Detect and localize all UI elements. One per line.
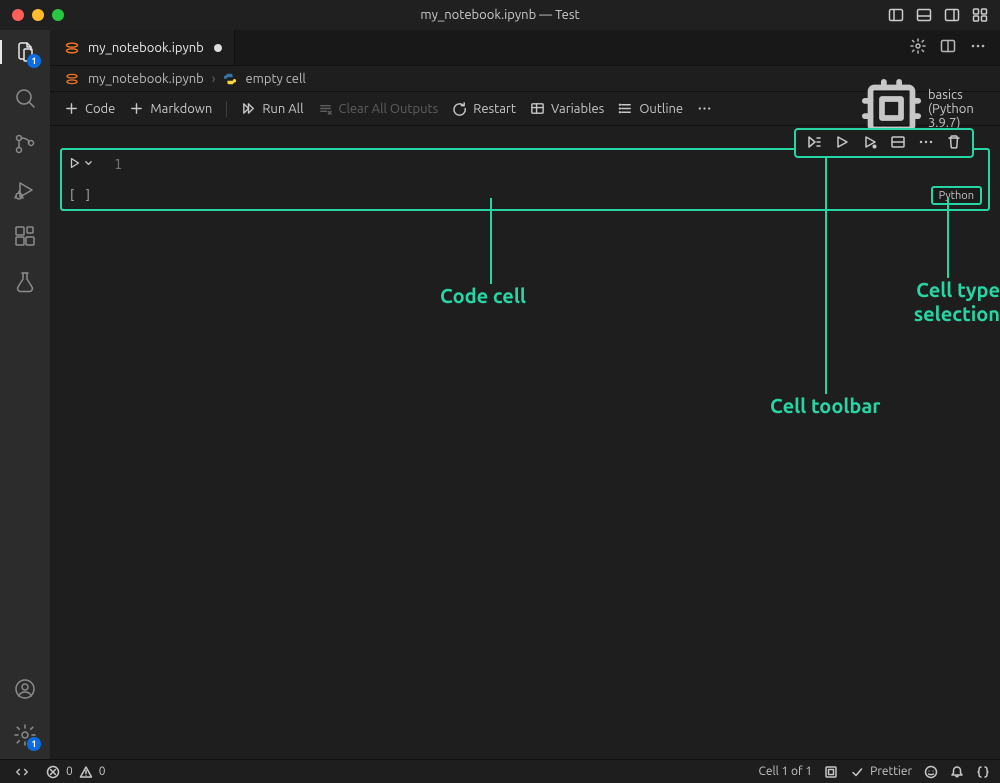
execute-cell-icon[interactable] (834, 134, 850, 153)
cell-position-status[interactable]: Cell 1 of 1 (759, 765, 813, 778)
kernel-status[interactable] (824, 765, 838, 779)
cell-language-picker[interactable]: Python (931, 186, 982, 205)
split-editor-icon[interactable] (940, 38, 956, 57)
customize-layout-button[interactable] (972, 7, 988, 23)
warnings-count: 0 (99, 765, 106, 778)
testing-activity[interactable] (11, 268, 39, 296)
add-markdown-label: Markdown (150, 102, 212, 116)
variables-button[interactable]: Variables (530, 101, 604, 116)
clear-outputs-button[interactable]: Clear All Outputs (318, 101, 439, 116)
close-window-button[interactable] (12, 9, 24, 21)
active-indicator (0, 40, 2, 64)
editor-actions (896, 30, 1000, 65)
outline-button[interactable]: Outline (618, 101, 683, 116)
explorer-badge: 1 (27, 54, 41, 68)
toggle-panel-button[interactable] (916, 7, 932, 23)
kernel-name-label: basics (Python 3.9.7) (928, 88, 986, 130)
annotation-line (947, 198, 949, 278)
extensions-activity[interactable] (11, 222, 39, 250)
notifications-status[interactable] (950, 765, 964, 779)
toggle-secondary-sidebar-button[interactable] (944, 7, 960, 23)
annotation-cell-toolbar: Cell toolbar (770, 394, 881, 418)
explorer-activity[interactable]: 1 (11, 38, 39, 66)
notebook-toolbar: Code Markdown Run All Clear All Outputs … (50, 92, 1000, 126)
execution-count: [ ] (68, 188, 91, 203)
titlebar: my_notebook.ipynb — Test (0, 0, 1000, 30)
breadcrumb[interactable]: my_notebook.ipynb › empty cell (50, 66, 1000, 92)
run-by-line-icon[interactable] (806, 134, 822, 153)
settings-badge: 1 (27, 737, 41, 751)
jupyter-icon (64, 40, 80, 56)
add-markdown-cell-button[interactable]: Markdown (129, 101, 212, 116)
source-control-activity[interactable] (11, 130, 39, 158)
prettier-status[interactable]: Prettier (850, 765, 912, 779)
zoom-window-button[interactable] (52, 9, 64, 21)
cell-toolbar (794, 128, 974, 158)
outline-label: Outline (639, 102, 683, 116)
cell-gutter: [ ] (62, 150, 98, 209)
toolbar-more-button[interactable] (697, 101, 712, 116)
status-bar: 0 0 Cell 1 of 1 Prettier (0, 759, 1000, 783)
add-code-label: Code (85, 102, 115, 116)
accounts-activity[interactable] (11, 675, 39, 703)
editor-tab-label: my_notebook.ipynb (88, 41, 204, 55)
settings-activity[interactable]: 1 (11, 721, 39, 749)
breadcrumb-file: my_notebook.ipynb (88, 72, 204, 86)
run-all-label: Run All (262, 102, 303, 116)
window-controls (12, 9, 64, 21)
editor-area: my_notebook.ipynb my_notebook.i (50, 30, 1000, 759)
variables-label: Variables (551, 102, 604, 116)
search-activity[interactable] (11, 84, 39, 112)
breadcrumb-cell: empty cell (245, 72, 305, 86)
remote-indicator[interactable] (10, 763, 34, 781)
minimize-window-button[interactable] (32, 9, 44, 21)
dirty-indicator-icon (214, 44, 222, 52)
tabs-row: my_notebook.ipynb (50, 30, 1000, 66)
code-cell[interactable]: [ ] 1 Python (60, 148, 990, 211)
cell-more-icon[interactable] (918, 134, 934, 153)
notebook-body: [ ] 1 Python Code cell Cell toolbar Cel (50, 126, 1000, 759)
prettier-label: Prettier (870, 765, 912, 778)
python-icon (223, 72, 237, 86)
cell-position-label: Cell 1 of 1 (759, 765, 813, 778)
line-number: 1 (102, 158, 122, 173)
notebook-settings-icon[interactable] (910, 38, 926, 57)
clear-outputs-label: Clear All Outputs (339, 102, 439, 116)
run-cell-button[interactable] (68, 156, 93, 170)
layout-controls (888, 7, 988, 23)
run-all-button[interactable]: Run All (241, 101, 303, 116)
annotation-line (825, 134, 827, 394)
execute-above-icon[interactable] (862, 134, 878, 153)
editor-mode-status[interactable] (976, 765, 990, 779)
annotation-cell-type-1: Cell type (916, 278, 1000, 302)
annotation-cell-type-2: selection (914, 302, 1000, 326)
annotation-line (490, 198, 492, 284)
restart-kernel-button[interactable]: Restart (452, 101, 516, 116)
toggle-primary-sidebar-button[interactable] (888, 7, 904, 23)
run-debug-activity[interactable] (11, 176, 39, 204)
separator (226, 101, 227, 117)
annotation-code-cell: Code cell (440, 284, 526, 308)
cell-editor[interactable]: 1 (98, 150, 988, 209)
delete-cell-icon[interactable] (946, 134, 962, 153)
chevron-right-icon: › (212, 72, 216, 86)
problems-status[interactable]: 0 0 (46, 765, 106, 779)
jupyter-icon (64, 71, 80, 87)
restart-label: Restart (473, 102, 516, 116)
errors-count: 0 (66, 765, 73, 778)
add-code-cell-button[interactable]: Code (64, 101, 115, 116)
feedback-status[interactable] (924, 765, 938, 779)
split-cell-icon[interactable] (890, 134, 906, 153)
window-title: my_notebook.ipynb — Test (0, 8, 1000, 22)
more-actions-icon[interactable] (970, 38, 986, 57)
editor-tab[interactable]: my_notebook.ipynb (50, 30, 235, 65)
activity-bar: 1 1 (0, 30, 50, 759)
